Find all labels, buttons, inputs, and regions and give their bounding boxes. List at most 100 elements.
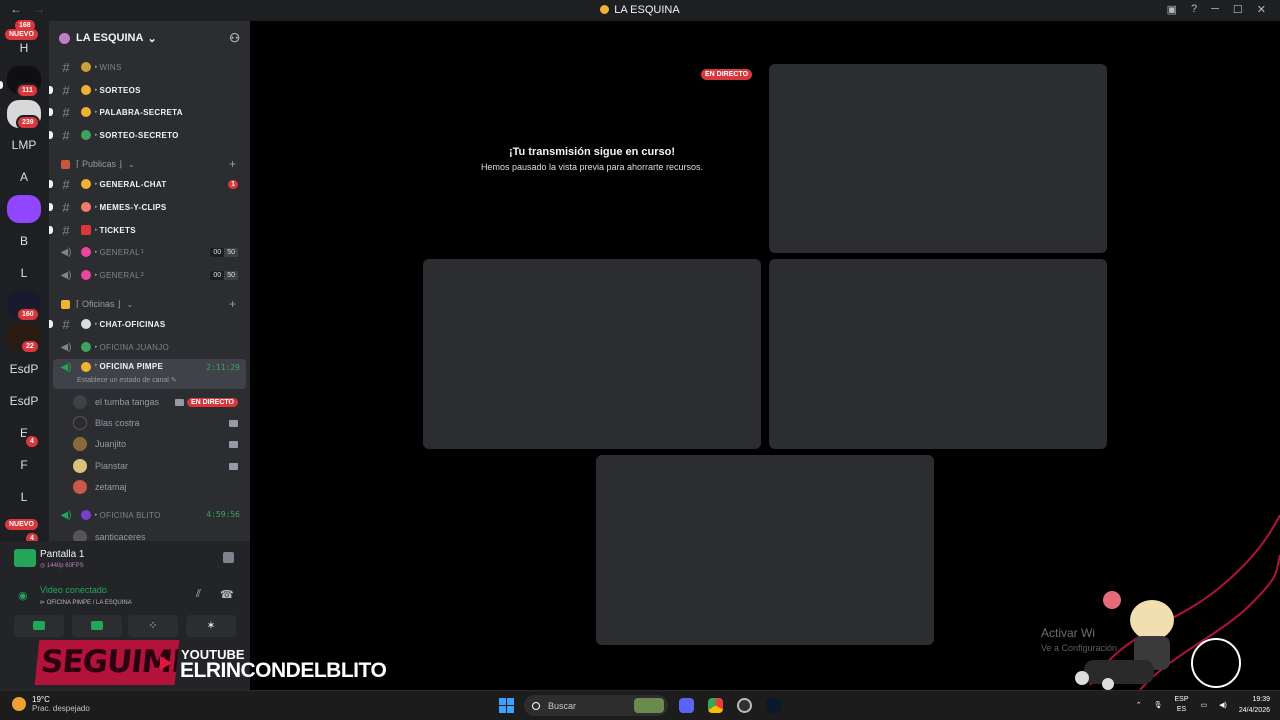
soundboard-icon: ✶ (206, 620, 216, 632)
twitch-icon[interactable] (7, 195, 41, 223)
server-l-2[interactable]: L (7, 483, 41, 511)
weather-icon (12, 697, 26, 711)
server-f[interactable]: F (7, 451, 41, 479)
windows-taskbar: 19°C Prac. despejado Buscar ⌃ 🎙 ESP ES ▭… (0, 690, 1280, 720)
add-channel-icon[interactable]: + (229, 297, 236, 311)
chrome-taskbar-icon[interactable] (708, 698, 723, 713)
voice-timer: 4:59:56 (206, 510, 240, 519)
channel-emoji-icon (81, 179, 91, 189)
obs-taskbar-icon[interactable] (737, 698, 752, 713)
guild-header[interactable]: LA ESQUINA ⌄ ⚇ (49, 21, 250, 55)
voice-user[interactable]: santicaceres (73, 527, 246, 541)
channel-label: PALABRA-SECRETA (99, 107, 183, 117)
screen-share-button[interactable] (72, 615, 122, 637)
start-button[interactable] (499, 698, 514, 713)
channel-emoji-icon (81, 319, 91, 329)
server-l[interactable]: L (7, 259, 41, 287)
voice-user[interactable]: Pianstar (73, 456, 246, 476)
channel-emoji-icon (81, 510, 91, 520)
activities-button[interactable]: ⁘ (128, 615, 178, 637)
unread-pill (49, 226, 53, 234)
voice-user[interactable]: Juanjito (73, 434, 246, 454)
mention-badge: 1 (228, 179, 238, 189)
screen-share-panel: Pantalla 1 ◎ 1440p 60FPS (8, 545, 242, 575)
speaker-icon: ◀) (60, 341, 72, 353)
channel-label: GENERAL (99, 247, 140, 257)
clock[interactable]: 19:39 24/4/2026 (1239, 694, 1270, 716)
arrow-icon: ▸ (95, 512, 98, 518)
channel-chat-oficinas[interactable]: # ▸ CHAT-OFICINAS (49, 314, 246, 334)
video-tile[interactable] (423, 259, 761, 449)
user-limit: 50 (224, 270, 238, 280)
minimize-button[interactable]: ─ (1211, 3, 1219, 16)
chevron-up-icon[interactable]: ⌃ (1136, 701, 1142, 709)
app-taskbar-icon[interactable] (766, 698, 781, 713)
hash-icon: # (62, 59, 70, 75)
arrow-icon: ▸ (95, 109, 98, 115)
stop-share-icon[interactable] (223, 552, 234, 563)
channel-emoji-icon (81, 130, 91, 140)
category-publicas[interactable]: ⌈ Publicas ⌋ ⌄ + (53, 155, 246, 173)
unread-pill (49, 131, 53, 139)
voice-user[interactable]: el tumba tangas EN DIRECTO (73, 392, 246, 412)
help-icon[interactable]: ? (1191, 3, 1197, 16)
network-icon[interactable]: ▭ (1201, 701, 1208, 709)
noise-suppression-icon[interactable]: ⫽ (196, 588, 201, 601)
voice-channel-oficina-blito[interactable]: ◀) ▸ OFICINA BLITO 4:59:56 (53, 505, 246, 525)
inbox-icon[interactable]: ▣ (1167, 3, 1177, 16)
channel-status[interactable]: Establece un estado de canal ✎ (77, 376, 177, 384)
close-button[interactable]: ✕ (1257, 3, 1266, 16)
maximize-button[interactable]: ☐ (1233, 3, 1243, 16)
voice-user[interactable]: zetamaj (73, 477, 246, 497)
video-tile[interactable] (769, 259, 1107, 449)
voice-channel-general-2[interactable]: ◀) ▸ GENERAL 2 00 50 (53, 265, 246, 285)
taskbar-search[interactable]: Buscar (524, 695, 668, 716)
video-tile[interactable] (596, 455, 934, 645)
voice-channel-general-1[interactable]: ◀) ▸ GENERAL 1 00 50 (53, 242, 246, 262)
discord-taskbar-icon[interactable] (679, 698, 694, 713)
video-tile[interactable] (769, 64, 1107, 253)
server-esdp[interactable]: EsdP (7, 355, 41, 383)
live-badge[interactable]: EN DIRECTO (186, 397, 238, 407)
category-oficinas[interactable]: ⌈ Oficinas ⌋ ⌄ + (53, 295, 246, 313)
camera-button[interactable] (14, 615, 64, 637)
voice-channel-oficina-juanjo[interactable]: ◀) ▸ OFICINA JUANJO (53, 337, 246, 357)
channel-tickets[interactable]: # ▸ TICKETS (49, 220, 246, 240)
volume-icon[interactable]: ◀) (1219, 701, 1227, 709)
user-name: Blas costra (95, 418, 140, 428)
server-badge: 160 (16, 307, 40, 322)
arrow-icon: ▸ (95, 272, 98, 278)
channel-emoji-icon (81, 247, 91, 257)
voice-connected-channel[interactable]: ⊳ OFICINA PIMPE / LA ESQUINA (40, 599, 132, 606)
server-lmp[interactable]: LMP (7, 131, 41, 159)
server-b[interactable]: B (7, 227, 41, 255)
voice-channel-oficina-pimpe[interactable]: ◀) ▸ OFICINA PIMPE 2:11:29 Establece un … (53, 359, 246, 389)
add-channel-icon[interactable]: + (229, 157, 236, 171)
server-esdp-2[interactable]: EsdP (7, 387, 41, 415)
microphone-icon[interactable]: 🎙 (1154, 701, 1163, 709)
arrow-icon: ▸ (95, 87, 98, 93)
weather-widget[interactable]: 19°C Prac. despejado (12, 695, 90, 713)
channel-sorteo-secreto[interactable]: # ▸ SORTEO-SECRETO (49, 125, 246, 145)
paused-subtitle: Hemos pausado la vista previa para ahorr… (480, 162, 704, 172)
channel-emoji-icon (81, 362, 91, 372)
channel-sorteos[interactable]: # ▸ SORTEOS (49, 80, 246, 100)
channel-label: CHAT-OFICINAS (99, 319, 166, 329)
server-h[interactable]: H (7, 34, 41, 62)
server-a[interactable]: A (7, 163, 41, 191)
unread-pill (49, 320, 53, 328)
channel-palabra-secreta[interactable]: # ▸ PALABRA-SECRETA (49, 102, 246, 122)
voice-connected-label[interactable]: Video conectado (40, 585, 107, 595)
language-indicator[interactable]: ESP ES (1174, 695, 1188, 715)
voice-user[interactable]: Blas costra (73, 413, 246, 433)
channel-label: TICKETS (99, 225, 136, 235)
channel-wins[interactable]: # ▸ WINS (53, 57, 246, 77)
channel-memes-y-clips[interactable]: # ▸ MEMES-Y-CLIPS (49, 197, 246, 217)
camera-icon (175, 398, 184, 406)
channel-general-chat[interactable]: # ▸ GENERAL-CHAT 1 (49, 174, 246, 194)
disconnect-icon[interactable]: ☎ (220, 588, 234, 601)
invite-icon[interactable]: ⚇ (229, 31, 240, 45)
soundboard-button[interactable]: ✶ (186, 615, 236, 637)
signal-icon[interactable]: ◉ (18, 589, 28, 602)
speaker-icon: ◀) (60, 509, 72, 521)
